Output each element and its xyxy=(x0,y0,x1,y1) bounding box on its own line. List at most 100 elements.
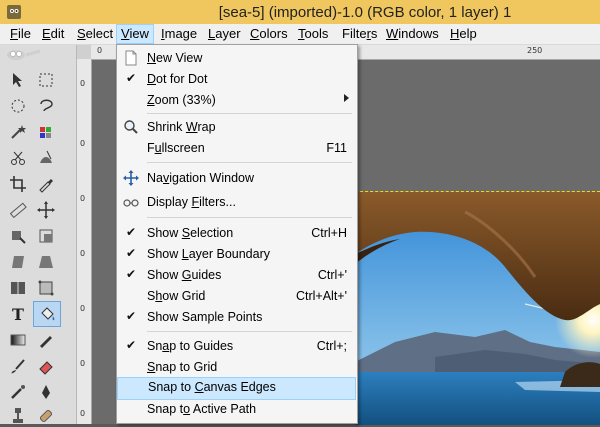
menu-item-label: Navigation Window xyxy=(147,171,254,185)
menu-filters[interactable]: Filters xyxy=(338,24,381,44)
menu-select[interactable]: Select xyxy=(73,24,117,44)
window-title: [sea-5] (imported)-1.0 (RGB color, 1 lay… xyxy=(218,4,512,21)
menu-separator xyxy=(147,331,352,332)
blend-icon[interactable] xyxy=(7,329,29,351)
airbrush-icon[interactable] xyxy=(7,381,29,403)
menu-item-snap-to-guides[interactable]: ✔ Snap to Guides Ctrl+; xyxy=(117,336,357,357)
check-icon: ✔ xyxy=(126,225,137,239)
menu-item-shortcut: F11 xyxy=(326,141,347,155)
pointer-tool-icon[interactable] xyxy=(7,69,29,91)
lasso-icon[interactable] xyxy=(35,95,57,117)
menu-bar: File Edit Select View Image Layer Colors… xyxy=(0,24,600,45)
menu-separator xyxy=(147,162,352,163)
vertical-ruler[interactable]: 0 0 0 0 0 0 0 xyxy=(77,59,92,424)
menu-tools[interactable]: Tools xyxy=(294,24,332,44)
navigation-icon xyxy=(123,170,139,186)
ruler-corner[interactable] xyxy=(77,45,91,59)
menu-separator xyxy=(147,217,352,218)
ruler-label: 0 xyxy=(80,409,86,418)
bucket-fill-icon[interactable] xyxy=(33,301,61,327)
toolbox: T xyxy=(0,45,77,424)
menu-file[interactable]: File xyxy=(6,24,35,44)
zoom-icon xyxy=(124,120,138,134)
scissors-icon[interactable] xyxy=(7,147,29,169)
menu-item-label: Show Layer Boundary xyxy=(147,247,271,261)
check-icon: ✔ xyxy=(126,309,137,323)
image-canvas[interactable] xyxy=(355,191,600,425)
menu-item-show-guides[interactable]: ✔ Show Guides Ctrl+' xyxy=(117,265,357,286)
menu-item-show-grid[interactable]: Show Grid Ctrl+Alt+' xyxy=(117,286,357,307)
cage-transform-icon[interactable] xyxy=(35,277,57,299)
new-view-icon xyxy=(125,50,137,66)
menu-item-shortcut: Ctrl+; xyxy=(316,339,347,353)
ruler-label: 0 xyxy=(97,46,103,55)
menu-help[interactable]: Help xyxy=(446,24,481,44)
ruler-label: 0 xyxy=(80,249,86,258)
menu-item-show-layer-boundary[interactable]: ✔ Show Layer Boundary xyxy=(117,244,357,265)
menu-windows[interactable]: Windows xyxy=(382,24,443,44)
menu-item-display-filters[interactable]: Display Filters... xyxy=(117,192,357,213)
measure-icon[interactable] xyxy=(7,199,29,221)
menu-item-new-view[interactable]: New View xyxy=(117,48,357,69)
pencil-icon[interactable] xyxy=(35,329,57,351)
rect-select-icon[interactable] xyxy=(35,69,57,91)
menu-item-fullscreen[interactable]: Fullscreen F11 xyxy=(117,138,357,159)
color-picker-icon[interactable] xyxy=(35,173,57,195)
menu-item-label: Snap to Grid xyxy=(147,360,218,374)
menu-item-shortcut: Ctrl+Alt+' xyxy=(295,289,347,303)
fuzzy-select-icon[interactable] xyxy=(7,121,29,143)
menu-edit[interactable]: Edit xyxy=(38,24,68,44)
menu-item-show-selection[interactable]: ✔ Show Selection Ctrl+H xyxy=(117,223,357,244)
text-tool-icon[interactable]: T xyxy=(7,303,29,325)
ruler-label: 250 xyxy=(527,46,543,55)
check-icon: ✔ xyxy=(126,71,137,85)
wilber-logo-icon xyxy=(7,49,41,60)
ruler-label: 0 xyxy=(80,359,86,368)
menu-item-snap-to-grid[interactable]: Snap to Grid xyxy=(117,357,357,378)
menu-item-shrink-wrap[interactable]: Shrink Wrap xyxy=(117,117,357,138)
menu-item-label: Snap to Canvas Edges xyxy=(148,380,276,394)
crop-icon[interactable] xyxy=(7,173,29,195)
paintbrush-icon[interactable] xyxy=(7,355,29,377)
ruler-label: 0 xyxy=(80,304,86,313)
menu-item-label: Snap to Guides xyxy=(147,339,234,353)
menu-colors[interactable]: Colors xyxy=(246,24,292,44)
eraser-icon[interactable] xyxy=(35,355,57,377)
ink-icon[interactable] xyxy=(35,381,57,403)
ellipse-select-icon[interactable] xyxy=(7,95,29,117)
menu-item-snap-to-active-path[interactable]: Snap to Active Path xyxy=(117,399,357,420)
menu-image[interactable]: Image xyxy=(157,24,201,44)
menu-item-navigation-window[interactable]: Navigation Window xyxy=(117,168,357,189)
shear-icon[interactable] xyxy=(7,251,29,273)
transform-icon[interactable] xyxy=(7,225,29,247)
check-icon: ✔ xyxy=(126,267,137,281)
menu-item-show-sample-points[interactable]: ✔ Show Sample Points xyxy=(117,307,357,328)
menu-item-label: Show Sample Points xyxy=(147,310,263,324)
ruler-label: 0 xyxy=(80,194,86,203)
svg-text:T: T xyxy=(12,305,24,324)
check-icon: ✔ xyxy=(126,246,137,260)
menu-item-dot-for-dot[interactable]: ✔ Dot for Dot xyxy=(117,69,357,90)
menu-item-label: Display Filters... xyxy=(147,195,236,209)
scale-icon[interactable] xyxy=(35,225,57,247)
flip-icon[interactable] xyxy=(7,277,29,299)
move-icon[interactable] xyxy=(35,199,57,221)
color-select-icon[interactable] xyxy=(35,121,57,143)
submenu-arrow-icon xyxy=(344,94,349,102)
menu-layer[interactable]: Layer xyxy=(204,24,245,44)
perspective-icon[interactable] xyxy=(35,251,57,273)
check-icon: ✔ xyxy=(126,338,137,352)
menu-item-shortcut: Ctrl+H xyxy=(311,226,347,240)
menu-separator xyxy=(147,113,352,114)
foreground-select-icon[interactable] xyxy=(35,147,57,169)
sea-cave-photo xyxy=(355,192,600,425)
menu-item-shortcut: Ctrl+' xyxy=(317,268,347,282)
menu-item-label: Show Grid xyxy=(147,289,206,303)
menu-item-label: Show Guides xyxy=(147,268,222,282)
menu-item-label: Zoom (33%) xyxy=(147,93,216,107)
menu-item-snap-to-canvas-edges[interactable]: Snap to Canvas Edges xyxy=(117,377,356,400)
menu-item-label: Fullscreen xyxy=(147,141,205,155)
menu-item-zoom[interactable]: Zoom (33%) xyxy=(117,90,357,111)
menu-view[interactable]: View xyxy=(116,24,154,44)
menu-item-label: Shrink Wrap xyxy=(147,120,216,134)
